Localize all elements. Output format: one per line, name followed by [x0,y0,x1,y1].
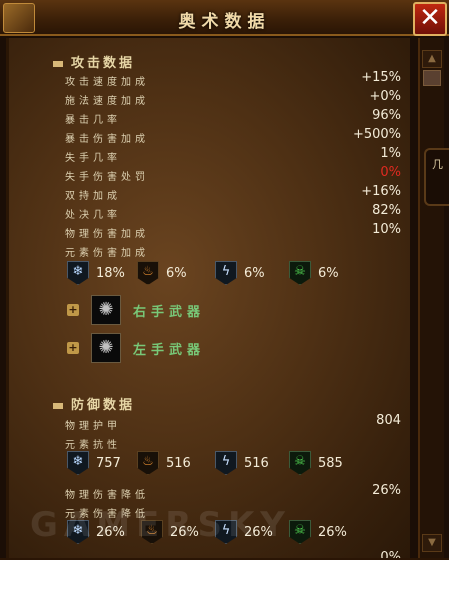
watermark: GAMERSKY [30,505,291,545]
attack-header-label: 攻击数据 [71,56,136,71]
bottom-border [0,558,449,560]
stat-value-penalty: 0% [380,165,401,180]
element-value: 6% [318,265,339,281]
stat-label: 施法速度加成 [65,96,149,107]
element-value: 516 [244,455,269,471]
element-value: 516 [166,455,191,471]
window-title: 奥术数据 [178,12,271,32]
frost-icon: ❄ [67,451,89,475]
resist-frost: ❄ 757 [67,451,121,475]
element-bonus-poison: ☠ 6% [289,261,339,285]
element-value: 585 [318,455,343,471]
element-value: 6% [244,265,265,281]
weapon-label: 左手武器 [133,342,206,358]
stat-value: +16% [361,184,401,199]
stat-label: 物理伤害加成 [65,229,149,240]
scroll-down-button[interactable]: ▼ [422,534,442,552]
element-value: 26% [318,524,347,540]
element-bonus-lightning: ϟ 6% [215,261,265,285]
element-value: 18% [96,265,125,281]
poison-icon: ☠ [289,261,311,285]
mace-icon[interactable]: ✺ [91,295,121,325]
stat-label: 暴击几率 [65,115,121,126]
left-hand-weapon-row[interactable]: + ✺ 左手武器 [67,332,205,364]
element-bonus-frost: ❄ 18% [67,261,125,285]
stat-label: 失手伤害处罚 [65,172,149,183]
chevron-up-icon: ▲ [428,53,436,64]
mace-icon[interactable]: ✺ [91,333,121,363]
stats-window: 奥术数据 ✕ 攻击数据 攻击速度加成 +15% 施法速度加成 +0% 暴击几率 … [0,0,449,560]
stat-label: 失手几率 [65,153,121,164]
section-bullet-icon [53,60,63,67]
stat-value: +0% [369,89,401,104]
stat-label: 元素抗性 [65,440,121,451]
title-bar: 奥术数据 ✕ [0,0,449,36]
stat-label: 元素伤害加成 [65,248,149,259]
resist-lightning: ϟ 516 [215,451,269,475]
section-bullet-icon [53,402,63,409]
element-value: 757 [96,455,121,471]
chevron-down-icon: ▼ [428,537,436,548]
stat-value: 10% [372,222,401,237]
expand-icon[interactable]: + [67,342,79,354]
stat-value: 96% [372,108,401,123]
close-icon: ✕ [419,3,441,33]
stat-value: +15% [361,70,401,85]
side-tab[interactable]: 几 [424,148,449,206]
stat-label: 处决几率 [65,210,121,221]
right-hand-weapon-row[interactable]: + ✺ 右手武器 [67,294,205,326]
fire-icon: ♨ [137,261,159,285]
resist-poison: ☠ 585 [289,451,343,475]
stat-value: 1% [380,146,401,161]
lightning-icon: ϟ [215,451,237,475]
stats-panel: 攻击数据 攻击速度加成 +15% 施法速度加成 +0% 暴击几率 96% 暴击伤… [6,38,410,560]
side-tab-label: 几 [432,158,443,171]
poison-icon: ☠ [289,451,311,475]
scroll-thumb[interactable] [423,70,441,86]
stat-label: 双持加成 [65,191,121,202]
stat-label: 暴击伤害加成 [65,134,149,145]
element-bonus-fire: ♨ 6% [137,261,187,285]
defense-section-header: 防御数据 [53,394,135,413]
close-button[interactable]: ✕ [413,2,447,36]
element-value: 6% [166,265,187,281]
stat-value: 82% [372,203,401,218]
stat-value: 26% [372,483,401,498]
stat-label: 物理伤害降低 [65,490,149,501]
stat-value: +500% [352,127,401,142]
stat-value: 804 [376,413,401,428]
scroll-up-button[interactable]: ▲ [422,50,442,68]
reduce-poison: ☠ 26% [289,520,347,544]
weapon-label: 右手武器 [133,304,206,320]
defense-header-label: 防御数据 [71,398,136,413]
lightning-icon: ϟ [215,261,237,285]
attack-section-header: 攻击数据 [53,52,135,71]
stat-label: 攻击速度加成 [65,77,149,88]
fire-icon: ♨ [137,451,159,475]
poison-icon: ☠ [289,520,311,544]
stat-label: 物理护甲 [65,421,121,432]
resist-fire: ♨ 516 [137,451,191,475]
expand-icon[interactable]: + [67,304,79,316]
scrollbar[interactable]: ▲ ▼ [418,38,444,558]
frost-icon: ❄ [67,261,89,285]
